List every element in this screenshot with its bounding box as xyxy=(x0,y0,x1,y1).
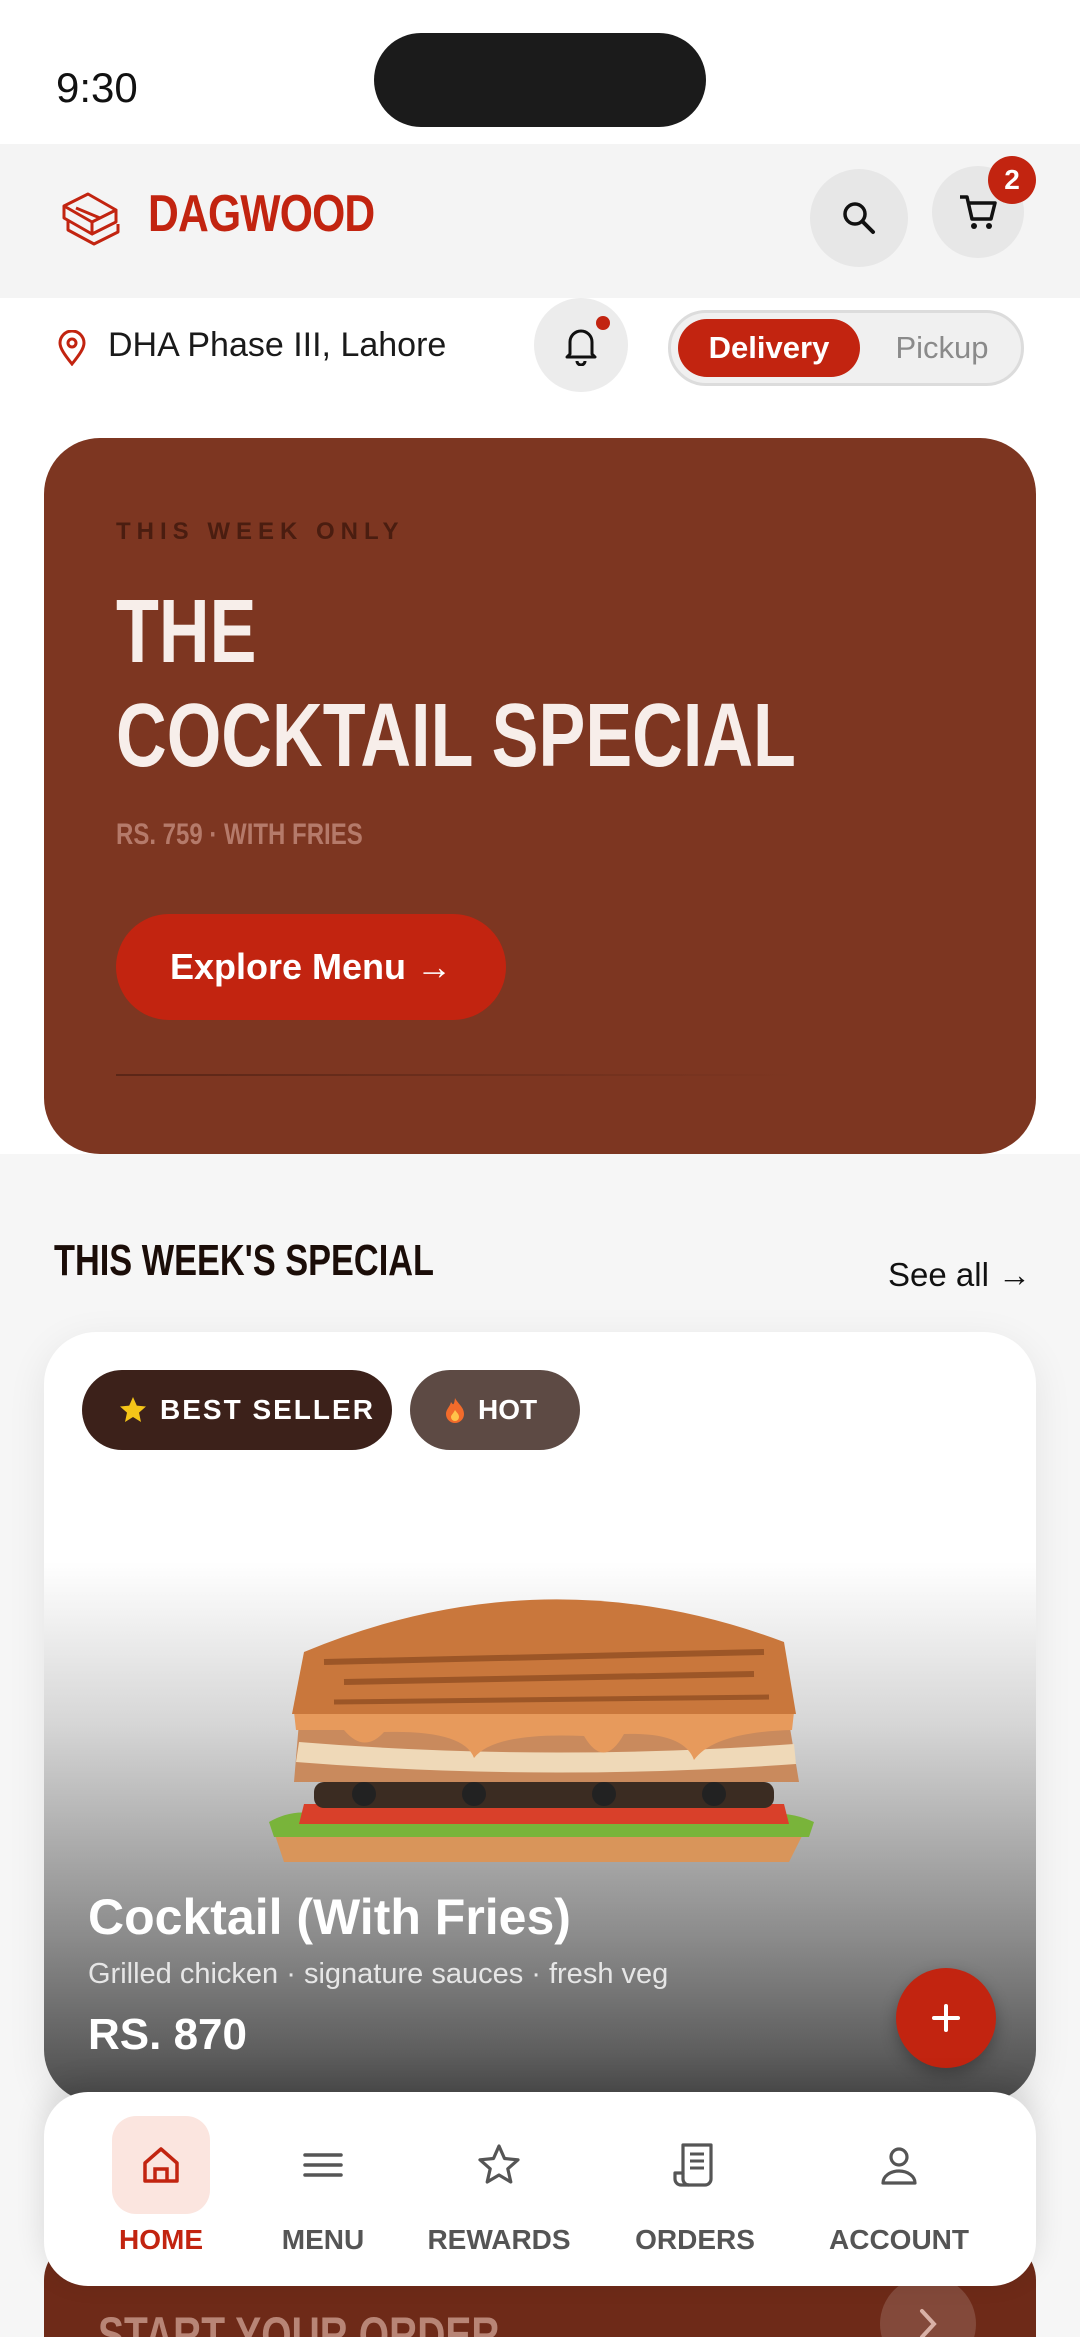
best-seller-label: BEST SELLER xyxy=(160,1394,375,1425)
nav-home[interactable]: HOME xyxy=(76,2116,246,2266)
home-icon xyxy=(143,2147,179,2183)
explore-menu-button[interactable]: Explore Menu → xyxy=(116,914,506,1020)
cart-count-badge: 2 xyxy=(988,156,1036,204)
notifications-button[interactable] xyxy=(534,298,628,392)
nav-rewards-icon-box xyxy=(450,2116,548,2214)
see-all-link[interactable]: See all → xyxy=(888,1256,1031,1294)
product-card[interactable]: BEST SELLER HOT Cocktail (With Fries) Gr… xyxy=(44,1332,1036,2102)
promo-title-line2: COCKTAIL SPECIAL xyxy=(116,686,796,786)
pickup-option[interactable]: Pickup xyxy=(867,319,1017,377)
receipt-icon xyxy=(673,2143,713,2187)
nav-orders-label: ORDERS xyxy=(635,2224,755,2255)
sandwich-logo-icon xyxy=(62,192,120,246)
delivery-option[interactable]: Delivery xyxy=(678,319,860,377)
promo-title: THE COCKTAIL SPECIAL xyxy=(116,580,796,788)
status-time: 9:30 xyxy=(56,64,138,111)
product-name: Cocktail (With Fries) xyxy=(88,1889,571,1945)
promo-divider xyxy=(116,1074,796,1076)
nav-home-icon-box xyxy=(112,2116,210,2214)
nav-menu[interactable]: MENU xyxy=(248,2116,398,2266)
nav-orders-icon-box xyxy=(646,2116,744,2214)
cart-icon xyxy=(960,195,997,229)
nav-menu-label: MENU xyxy=(281,2224,365,2255)
nav-account-label: ACCOUNT xyxy=(829,2224,969,2255)
nav-orders[interactable]: ORDERS xyxy=(610,2116,780,2266)
notification-dot xyxy=(596,316,610,330)
delivery-address[interactable]: DHA Phase III, Lahore xyxy=(108,326,446,365)
nav-account-icon-box xyxy=(850,2116,948,2214)
plus-icon xyxy=(932,2004,960,2032)
add-to-cart-button[interactable] xyxy=(896,1968,996,2068)
best-seller-badge: BEST SELLER xyxy=(82,1370,392,1450)
flame-icon xyxy=(446,1398,464,1423)
location-pin-icon xyxy=(58,330,86,366)
nav-rewards[interactable]: REWARDS xyxy=(414,2116,584,2266)
bottom-navigation: HOME MENU REWARDS ORDERS ACCOUNT xyxy=(44,2092,1036,2286)
order-mode-toggle: Delivery Pickup xyxy=(668,310,1024,386)
product-description: Grilled chicken · signature sauces · fre… xyxy=(88,1958,669,1990)
product-price: RS. 870 xyxy=(88,2010,247,2059)
location-bar: DHA Phase III, Lahore Delivery Pickup xyxy=(0,298,1080,398)
chevron-right-icon xyxy=(920,2309,937,2337)
app-header: DAGWOOD 2 xyxy=(0,144,1080,298)
sandwich-image xyxy=(269,1599,814,1862)
star-badge-icon xyxy=(120,1397,146,1422)
menu-icon xyxy=(303,2153,343,2177)
nav-rewards-label: REWARDS xyxy=(427,2224,571,2255)
promo-price: RS. 759 · WITH FRIES xyxy=(116,818,363,851)
status-bar: 9:30 xyxy=(0,0,1080,144)
hot-label: HOT xyxy=(478,1394,538,1425)
search-button[interactable] xyxy=(810,169,908,267)
promo-eyebrow: THIS WEEK ONLY xyxy=(116,518,405,545)
bell-icon xyxy=(565,329,597,366)
camera-notch xyxy=(374,33,706,127)
nav-account[interactable]: ACCOUNT xyxy=(804,2116,994,2266)
user-icon xyxy=(881,2147,917,2185)
promo-banner[interactable]: THIS WEEK ONLY THE COCKTAIL SPECIAL RS. … xyxy=(44,438,1036,1154)
hot-badge: HOT xyxy=(410,1370,580,1450)
brand-name[interactable]: DAGWOOD xyxy=(148,184,375,244)
search-icon xyxy=(843,202,875,234)
nav-home-label: HOME xyxy=(119,2224,203,2255)
nav-menu-icon-box xyxy=(274,2116,372,2214)
star-icon xyxy=(478,2144,520,2184)
start-order-label: START YOUR ORDER xyxy=(98,2307,500,2337)
section-title: THIS WEEK'S SPECIAL xyxy=(54,1236,435,1285)
promo-title-line1: THE xyxy=(116,582,257,682)
